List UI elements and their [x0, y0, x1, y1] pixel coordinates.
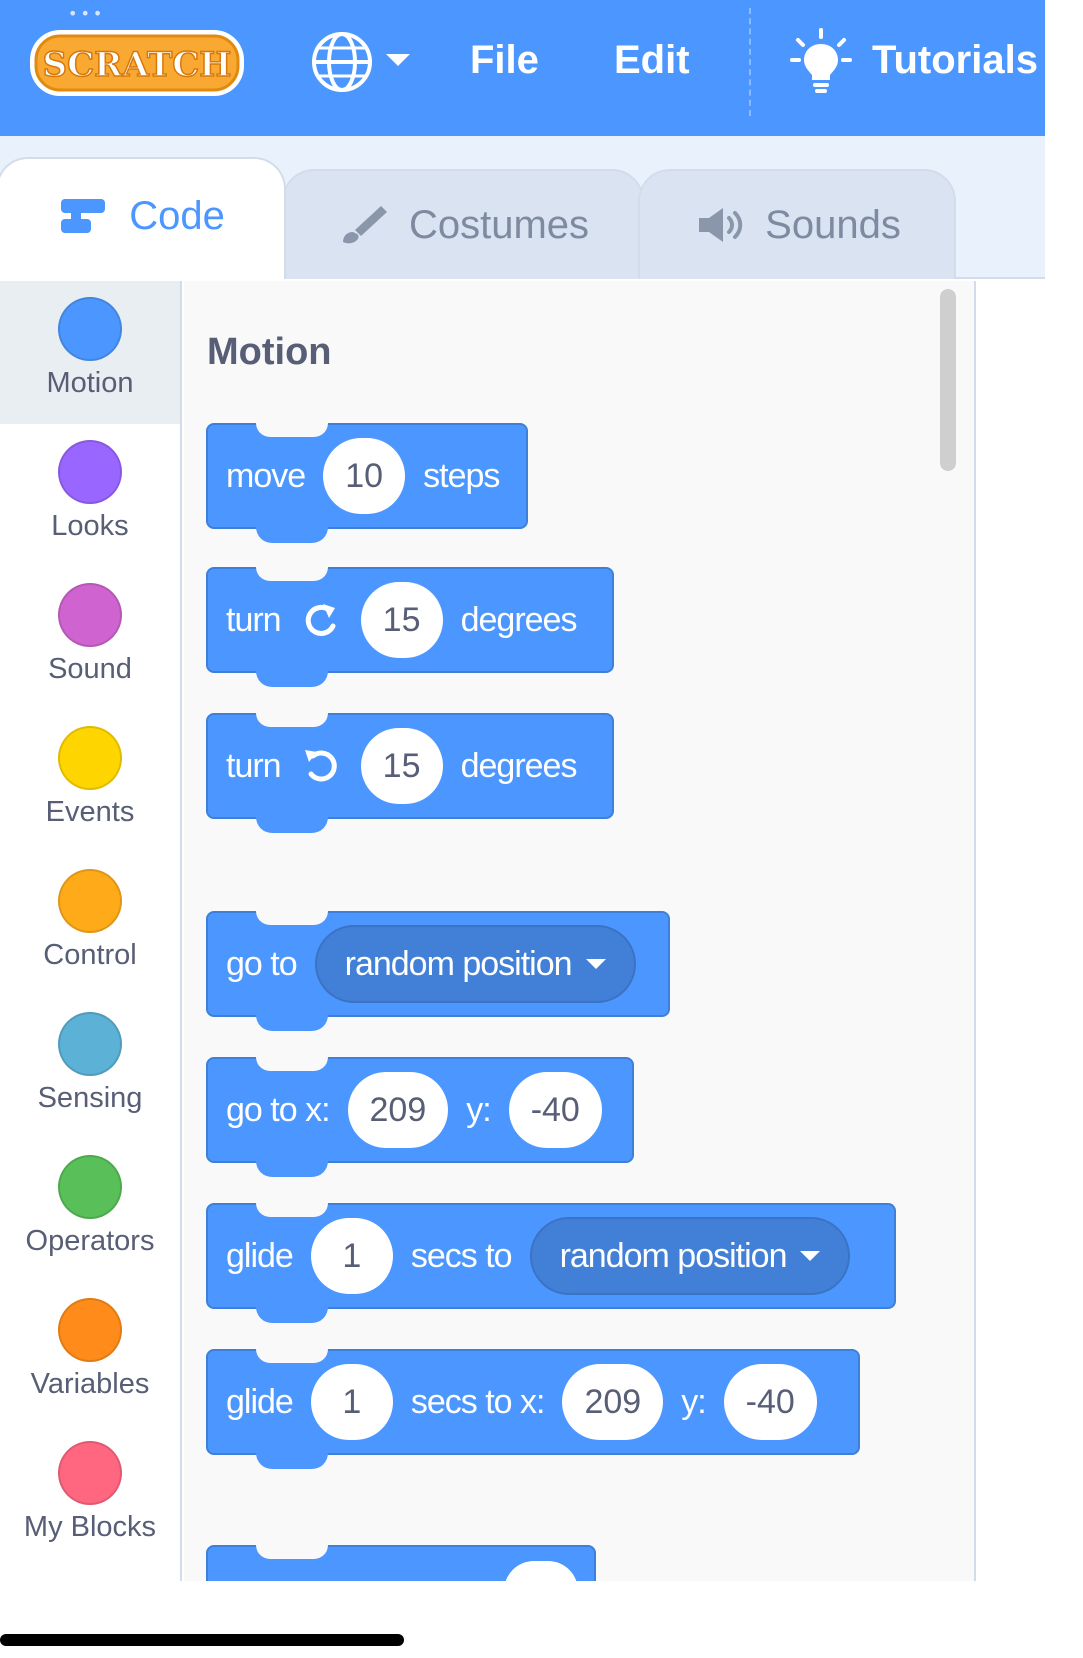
block-text: secs to x: [410, 1382, 546, 1421]
y-input[interactable]: -40 [508, 1072, 602, 1148]
tab-costumes[interactable]: Costumes [282, 169, 644, 279]
category-label: Sound [48, 653, 132, 685]
turn-right-block[interactable]: turn 15 degrees [206, 567, 614, 687]
svg-text:SCRATCH: SCRATCH [43, 45, 232, 85]
block-text: y: [681, 1382, 706, 1421]
block-text: turn [226, 746, 282, 785]
script-area[interactable] [978, 281, 1045, 1581]
category-label: Operators [25, 1225, 155, 1257]
block-text: glide [226, 1382, 294, 1421]
code-icon [61, 199, 106, 233]
my-blocks-dot-icon [58, 1441, 122, 1505]
block-text: degrees [460, 600, 578, 639]
home-indicator [0, 1634, 404, 1646]
go-to-target-dropdown[interactable]: random position [314, 925, 636, 1003]
category-looks[interactable]: Looks [0, 424, 180, 567]
menu-bar: ••• SCRATCH File Edit Tutorials [0, 0, 1045, 136]
category-events[interactable]: Events [0, 710, 180, 853]
degrees-input[interactable]: 15 [360, 728, 443, 804]
variables-dot-icon [58, 1298, 122, 1362]
palette-title: Motion [207, 331, 332, 373]
chevron-down-icon [800, 1251, 821, 1261]
motion-dot-icon [58, 297, 122, 361]
partial-block[interactable] [206, 1545, 596, 1581]
y-input[interactable]: -40 [723, 1364, 817, 1440]
category-label: Variables [30, 1368, 150, 1400]
looks-dot-icon [58, 440, 122, 504]
go-to-block[interactable]: go to random position [206, 911, 670, 1031]
block-text: go to x: [226, 1090, 331, 1129]
x-input[interactable]: 209 [347, 1072, 449, 1148]
degrees-input[interactable]: 15 [360, 582, 443, 658]
block-text: move [226, 456, 306, 495]
glide-target-dropdown[interactable]: random position [529, 1217, 851, 1295]
events-dot-icon [58, 726, 122, 790]
rotate-right-icon [305, 604, 336, 636]
palette-scrollbar[interactable] [940, 289, 956, 471]
file-menu[interactable]: File [470, 36, 539, 84]
sensing-dot-icon [58, 1012, 122, 1076]
editor-tabs: Code Costumes Sounds [0, 136, 1045, 279]
scratch-logo[interactable]: SCRATCH [27, 24, 247, 102]
move-steps-block[interactable]: move 10 steps [206, 423, 528, 543]
block-text: turn [226, 600, 282, 639]
category-label: Control [43, 939, 137, 971]
category-my-blocks[interactable]: My Blocks [0, 1425, 180, 1568]
category-control[interactable]: Control [0, 853, 180, 996]
tab-costumes-label: Costumes [408, 202, 590, 247]
tab-sounds[interactable]: Sounds [638, 169, 956, 279]
more-dots-icon: ••• [68, 4, 106, 23]
rotate-left-icon [304, 750, 337, 782]
language-globe-icon[interactable] [308, 28, 376, 96]
glide-to-xy-block[interactable]: glide 1 secs to x: 209 y: -40 [206, 1349, 860, 1469]
tab-code[interactable]: Code [0, 157, 286, 279]
block-text: glide [226, 1236, 294, 1275]
language-caret-icon[interactable] [386, 54, 410, 66]
partial-input[interactable] [504, 1561, 578, 1581]
category-label: Motion [46, 367, 134, 399]
category-operators[interactable]: Operators [0, 1139, 180, 1282]
sound-dot-icon [58, 583, 122, 647]
category-sound[interactable]: Sound [0, 567, 180, 710]
category-label: Events [45, 796, 135, 828]
edit-menu[interactable]: Edit [614, 36, 690, 84]
turn-left-block[interactable]: turn 15 degrees [206, 713, 614, 833]
control-dot-icon [58, 869, 122, 933]
dropdown-value: random position [344, 944, 573, 983]
category-sensing[interactable]: Sensing [0, 996, 180, 1139]
category-variables[interactable]: Variables [0, 1282, 180, 1425]
block-text: y: [466, 1090, 491, 1129]
category-label: Looks [51, 510, 129, 542]
chevron-down-icon [585, 959, 606, 969]
block-text: steps [423, 456, 500, 495]
block-text: go to [226, 944, 298, 983]
block-text: degrees [460, 746, 578, 785]
brush-icon [342, 206, 387, 244]
block-palette[interactable]: Motion move 10 steps turn 15 degrees tur… [184, 281, 976, 1581]
lightbulb-icon[interactable] [790, 28, 852, 94]
go-to-xy-block[interactable]: go to x: 209 y: -40 [206, 1057, 634, 1177]
speaker-icon [699, 208, 743, 242]
steps-input[interactable]: 10 [323, 438, 406, 514]
menu-divider [749, 8, 751, 116]
category-label: Sensing [37, 1082, 143, 1114]
secs-input[interactable]: 1 [310, 1364, 393, 1440]
dropdown-value: random position [559, 1236, 788, 1275]
category-sidebar: Motion Looks Sound Events Control Sensin… [0, 281, 182, 1581]
x-input[interactable]: 209 [562, 1364, 664, 1440]
tab-sounds-label: Sounds [765, 202, 901, 247]
category-label: My Blocks [23, 1511, 157, 1543]
tab-code-label: Code [129, 193, 225, 238]
tutorials-menu[interactable]: Tutorials [872, 36, 1038, 84]
block-text: secs to [410, 1236, 513, 1275]
operators-dot-icon [58, 1155, 122, 1219]
category-motion[interactable]: Motion [0, 281, 180, 424]
secs-input[interactable]: 1 [310, 1218, 393, 1294]
glide-to-block[interactable]: glide 1 secs to random position [206, 1203, 896, 1323]
